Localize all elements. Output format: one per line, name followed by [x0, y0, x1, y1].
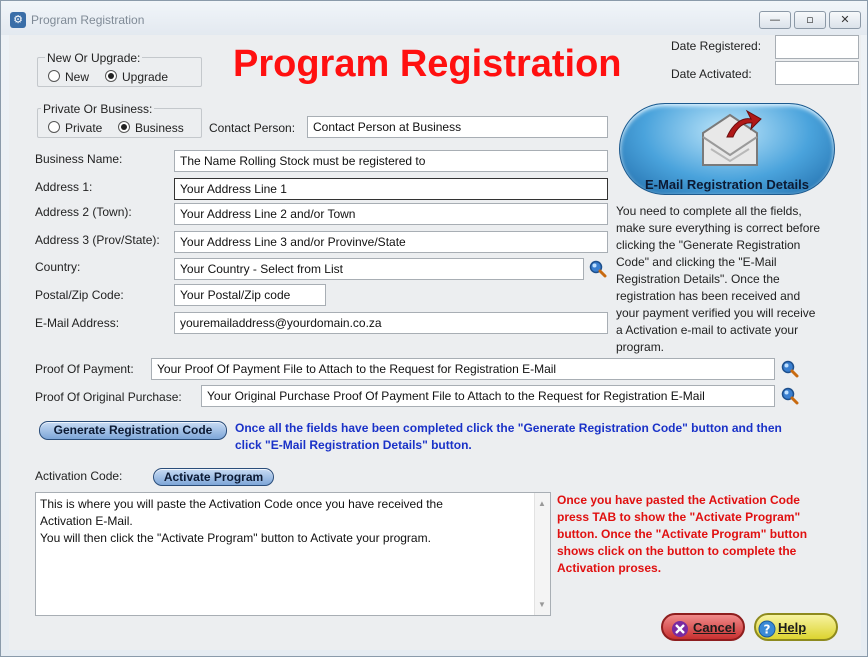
radio-private-label: Private	[65, 121, 103, 135]
address1-label: Address 1:	[35, 180, 93, 194]
business-name-label: Business Name:	[35, 152, 123, 166]
envelope-icon	[702, 109, 762, 166]
cancel-button[interactable]: Cancel	[661, 613, 745, 641]
proof-purchase-label: Proof Of Original Purchase:	[35, 390, 182, 404]
radio-business-label: Business	[135, 121, 184, 135]
activation-note-line: press TAB to show the "Activate Program"	[557, 510, 801, 524]
window-title: Program Registration	[31, 13, 145, 27]
email-registration-label: E-Mail Registration Details	[645, 177, 809, 192]
program-registration-window: ⚙ Program Registration — ▫ ✕ New Or Upgr…	[0, 0, 868, 657]
page-title: Program Registration	[233, 43, 622, 85]
activation-note-line: shows click on the button to complete th…	[557, 544, 797, 558]
cancel-icon	[672, 621, 688, 637]
generate-note-line: click "E-Mail Registration Details" butt…	[235, 438, 472, 452]
proof-purchase-browse-icon[interactable]	[781, 387, 799, 405]
app-icon: ⚙	[10, 12, 26, 28]
country-label: Country:	[35, 260, 81, 274]
activation-code-textarea[interactable]: This is where you will paste the Activat…	[35, 492, 551, 616]
private-or-business-legend: Private Or Business:	[41, 102, 155, 116]
activation-text-line: You will then click the "Activate Progra…	[40, 531, 431, 545]
radio-new[interactable]	[48, 70, 60, 82]
instruction-line: make sure everything is correct before	[616, 221, 821, 235]
instruction-line: Registration Details". Once the	[616, 272, 780, 286]
help-button[interactable]: ? Help	[754, 613, 838, 641]
instruction-line: your payment verified you will receive	[616, 306, 816, 320]
generate-registration-code-button[interactable]: Generate Registration Code	[39, 421, 227, 440]
proof-purchase-field[interactable]: Your Original Purchase Proof Of Payment …	[201, 385, 775, 407]
activation-text-line: This is where you will paste the Activat…	[40, 497, 443, 511]
address2-label: Address 2 (Town):	[35, 205, 132, 219]
activation-note-line: button. Once the "Activate Program" butt…	[557, 527, 808, 541]
postal-field[interactable]: Your Postal/Zip code	[174, 284, 326, 306]
generate-note-line: Once all the fields have been completed …	[235, 421, 782, 435]
radio-upgrade-label: Upgrade	[122, 70, 169, 84]
radio-business[interactable]	[118, 121, 130, 133]
cancel-label: Cancel	[693, 620, 736, 635]
country-search-icon[interactable]	[589, 260, 607, 278]
postal-label: Postal/Zip Code:	[35, 288, 124, 302]
radio-private[interactable]	[48, 121, 60, 133]
close-button[interactable]: ✕	[829, 11, 861, 29]
country-field[interactable]: Your Country - Select from List	[174, 258, 584, 280]
help-label: Help	[778, 620, 807, 635]
address3-field[interactable]: Your Address Line 3 and/or Provinve/Stat…	[174, 231, 608, 253]
instruction-line: registration has been received and	[616, 289, 801, 303]
date-registered-label: Date Registered:	[671, 39, 762, 53]
activation-note: Once you have pasted the Activation Code…	[557, 492, 857, 577]
proof-payment-field[interactable]: Your Proof Of Payment File to Attach to …	[151, 358, 775, 380]
instruction-line: a Activation e-mail to activate your	[616, 323, 799, 337]
proof-payment-label: Proof Of Payment:	[35, 362, 134, 376]
address1-field[interactable]: Your Address Line 1	[174, 178, 608, 200]
date-registered-field[interactable]	[775, 35, 859, 59]
email-label: E-Mail Address:	[35, 316, 120, 330]
proof-payment-browse-icon[interactable]	[781, 360, 799, 378]
generate-note: Once all the fields have been completed …	[235, 420, 857, 454]
activation-note-line: Once you have pasted the Activation Code	[557, 493, 800, 507]
new-or-upgrade-legend: New Or Upgrade:	[45, 51, 143, 65]
business-name-field[interactable]: The Name Rolling Stock must be registere…	[174, 150, 608, 172]
date-activated-label: Date Activated:	[671, 67, 752, 81]
date-activated-field[interactable]	[775, 61, 859, 85]
activation-note-line: Activation proses.	[557, 561, 662, 575]
instruction-line: Code" and clicking the "E-Mail	[616, 255, 777, 269]
scroll-down-icon[interactable]: ▼	[538, 596, 546, 613]
activation-text-line: Activation E-Mail.	[40, 514, 133, 528]
contact-person-field[interactable]: Contact Person at Business	[307, 116, 608, 138]
radio-upgrade[interactable]	[105, 70, 117, 82]
help-icon: ?	[758, 620, 776, 638]
radio-new-label: New	[65, 70, 90, 84]
email-field[interactable]: youremailaddress@yourdomain.co.za	[174, 312, 608, 334]
form-content: New Or Upgrade: New Upgrade Private Or B…	[9, 35, 861, 650]
textarea-scrollbar[interactable]: ▲ ▼	[534, 493, 550, 615]
instruction-line: program.	[616, 340, 665, 354]
minimize-button[interactable]: —	[759, 11, 791, 29]
address3-label: Address 3 (Prov/State):	[35, 233, 160, 247]
contact-person-label: Contact Person:	[209, 121, 296, 135]
scroll-up-icon[interactable]: ▲	[538, 495, 546, 512]
instruction-line: clicking the "Generate Registration	[616, 238, 801, 252]
restore-button[interactable]: ▫	[794, 11, 826, 29]
activation-code-label: Activation Code:	[35, 469, 123, 483]
title-bar[interactable]: ⚙ Program Registration — ▫ ✕	[1, 1, 867, 35]
instruction-line: You need to complete all the fields,	[616, 204, 802, 218]
svg-text:?: ?	[764, 623, 771, 637]
address2-field[interactable]: Your Address Line 2 and/or Town	[174, 203, 608, 225]
activate-program-button[interactable]: Activate Program	[153, 468, 274, 486]
registration-instructions: You need to complete all the fields, mak…	[616, 203, 856, 356]
